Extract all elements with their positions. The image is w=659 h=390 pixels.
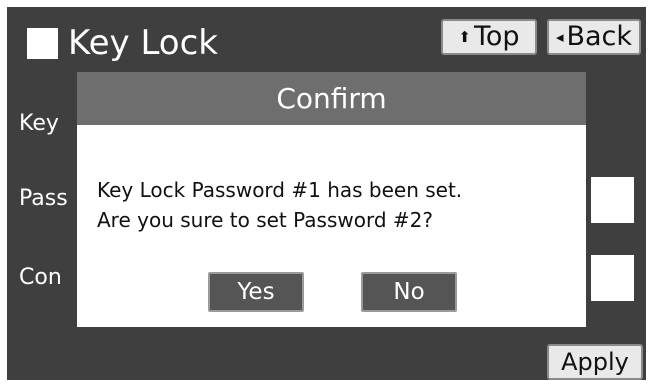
password-field[interactable] [591, 177, 634, 223]
confirm-row-label: Con [19, 265, 62, 290]
key-lock-screen: Key Lock ⬆ Top ◂ Back Key Pass Con Apply… [7, 7, 646, 380]
dialog-message: Key Lock Password #1 has been set. Are y… [97, 175, 462, 235]
up-arrow-icon: ⬆ [458, 28, 471, 46]
confirm-dialog: Confirm Key Lock Password #1 has been se… [77, 72, 586, 327]
no-button[interactable]: No [361, 272, 457, 312]
dialog-title: Confirm [77, 72, 586, 125]
title-square-icon [27, 28, 58, 59]
dialog-message-line: Are you sure to set Password #2? [97, 208, 434, 232]
left-arrow-icon: ◂ [555, 28, 564, 46]
apply-button[interactable]: Apply [547, 344, 643, 380]
page-title: Key Lock [68, 23, 218, 63]
key-lock-row-label: Key [19, 111, 59, 136]
back-button[interactable]: ◂ Back [547, 19, 641, 55]
confirm-password-field[interactable] [591, 255, 634, 301]
dialog-message-line: Key Lock Password #1 has been set. [97, 178, 463, 202]
top-button[interactable]: ⬆ Top [441, 19, 537, 55]
top-button-label: Top [474, 21, 520, 52]
yes-button[interactable]: Yes [208, 272, 304, 312]
password-row-label: Pass [19, 186, 68, 211]
back-button-label: Back [566, 21, 633, 52]
